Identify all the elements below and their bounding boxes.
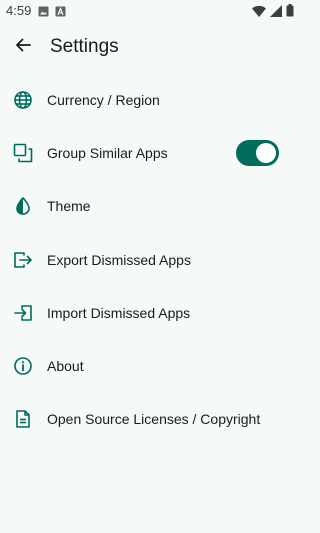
settings-item-group-similar-apps[interactable]: Group Similar Apps: [0, 126, 300, 179]
group-icon: [13, 143, 33, 163]
settings-item-about[interactable]: About: [0, 339, 300, 392]
settings-item-import-dismissed-apps[interactable]: Import Dismissed Apps: [0, 286, 300, 339]
settings-item-label: Currency / Region: [47, 91, 160, 108]
settings-item-export-dismissed-apps[interactable]: Export Dismissed Apps: [0, 233, 300, 286]
top-app-bar: Settings: [0, 20, 300, 76]
settings-item-label: Group Similar Apps: [47, 144, 168, 161]
settings-item-currency-region[interactable]: Currency / Region: [0, 73, 300, 126]
globe-icon: [13, 90, 33, 110]
status-time: 4:59: [6, 3, 32, 18]
contrast-icon: [13, 196, 33, 216]
group-similar-apps-toggle[interactable]: [236, 139, 279, 166]
settings-list: Currency / Region Group Similar Apps The…: [0, 73, 300, 446]
settings-item-label: Export Dismissed Apps: [47, 251, 191, 268]
document-icon: [13, 409, 33, 429]
settings-item-label: Theme: [47, 198, 91, 215]
page-title: Settings: [50, 36, 119, 57]
export-icon: [13, 250, 33, 270]
settings-item-label: Open Source Licenses / Copyright: [47, 411, 261, 428]
settings-item-open-source-licenses[interactable]: Open Source Licenses / Copyright: [0, 393, 300, 446]
settings-item-label: About: [47, 358, 84, 375]
back-button[interactable]: [8, 32, 38, 62]
settings-item-label: Import Dismissed Apps: [47, 304, 191, 321]
toggle-knob: [256, 142, 276, 163]
import-icon: [13, 303, 33, 323]
settings-item-theme[interactable]: Theme: [0, 180, 300, 233]
arrow-left-icon: [14, 36, 32, 59]
info-icon: [13, 356, 33, 376]
status-bar: 4:59: [0, 0, 300, 20]
